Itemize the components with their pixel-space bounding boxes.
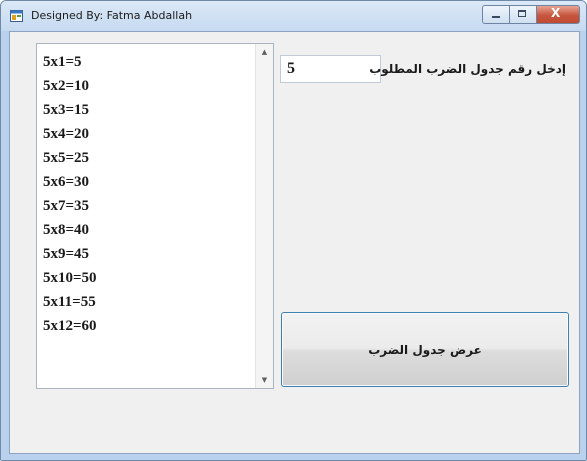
list-item[interactable]: 5x5=25 <box>43 146 97 170</box>
maximize-button[interactable] <box>509 5 536 24</box>
app-window: Designed By: Fatma Abdallah X 5x1=5 5x2=1… <box>0 0 587 461</box>
scroll-down-arrow-icon[interactable]: ▼ <box>256 372 273 388</box>
list-item[interactable]: 5x10=50 <box>43 266 97 290</box>
title-bar[interactable]: Designed By: Fatma Abdallah X <box>1 1 586 31</box>
list-item[interactable]: 5x9=45 <box>43 242 97 266</box>
winforms-app-icon <box>10 10 23 22</box>
list-item[interactable]: 5x4=20 <box>43 122 97 146</box>
show-table-button[interactable]: عرض جدول الضرب <box>281 312 569 387</box>
close-button[interactable]: X <box>536 5 580 24</box>
maximize-icon <box>518 10 526 17</box>
close-icon: X <box>551 6 561 20</box>
results-list: 5x1=5 5x2=10 5x3=15 5x4=20 5x5=25 5x6=30 5x7=3… <box>43 50 97 338</box>
list-item[interactable]: 5x2=10 <box>43 74 97 98</box>
results-listbox[interactable]: 5x1=5 5x2=10 5x3=15 5x4=20 5x5=25 5x6=30 5x7=3… <box>36 43 274 389</box>
minimize-button[interactable] <box>482 5 509 24</box>
list-item[interactable]: 5x3=15 <box>43 98 97 122</box>
window-title: Designed By: Fatma Abdallah <box>31 9 193 22</box>
list-item[interactable]: 5x7=35 <box>43 194 97 218</box>
table-number-input[interactable] <box>280 55 381 83</box>
list-item[interactable]: 5x6=30 <box>43 170 97 194</box>
minimize-icon <box>492 16 500 18</box>
caption-buttons: X <box>482 5 580 24</box>
scroll-up-arrow-icon[interactable]: ▲ <box>256 44 273 60</box>
list-item[interactable]: 5x1=5 <box>43 50 97 74</box>
list-item[interactable]: 5x12=60 <box>43 314 97 338</box>
form-client-area: 5x1=5 5x2=10 5x3=15 5x4=20 5x5=25 5x6=30 5x7=3… <box>9 31 580 454</box>
list-item[interactable]: 5x8=40 <box>43 218 97 242</box>
listbox-scrollbar[interactable]: ▲ ▼ <box>255 44 273 388</box>
list-item[interactable]: 5x11=55 <box>43 290 97 314</box>
table-number-label: إدخل رقم جدول الضرب المطلوب <box>369 62 566 76</box>
